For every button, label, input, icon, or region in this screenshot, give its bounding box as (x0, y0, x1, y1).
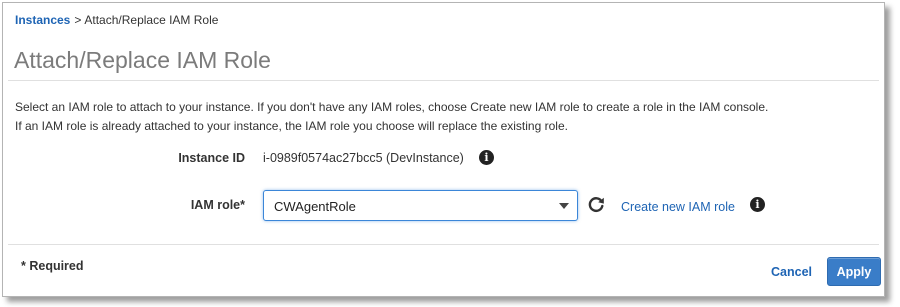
required-note: * Required (21, 259, 84, 273)
iam-role-label: IAM role* (190, 198, 245, 212)
apply-button[interactable]: Apply (827, 257, 881, 286)
footer-divider (8, 244, 879, 245)
page-title: Attach/Replace IAM Role (14, 47, 271, 73)
description-line-1: Select an IAM role to attach to your ins… (15, 100, 769, 114)
iam-role-select[interactable]: CWAgentRole (263, 190, 578, 221)
title-divider (8, 80, 879, 81)
instance-id-value: i-0989f0574ac27bcc5 (DevInstance) (263, 151, 464, 165)
description-line-2: If an IAM role is already attached to yo… (15, 119, 568, 133)
breadcrumb-separator: > (74, 13, 82, 27)
chevron-down-icon (559, 203, 569, 209)
instance-id-label: Instance ID (178, 151, 245, 165)
breadcrumb-current: Attach/Replace IAM Role (84, 13, 219, 27)
breadcrumb-link-instances[interactable]: Instances (15, 13, 70, 27)
dialog-panel: Instances > Attach/Replace IAM Role Attach… (2, 2, 885, 297)
refresh-icon[interactable] (586, 195, 606, 215)
page-description: Select an IAM role to attach to your ins… (15, 98, 768, 136)
create-new-iam-role-link[interactable]: Create new IAM role (621, 200, 735, 214)
iam-role-info-icon[interactable]: i (750, 197, 765, 212)
breadcrumb: Instances > Attach/Replace IAM Role (15, 13, 218, 27)
iam-role-selected-value: CWAgentRole (274, 199, 356, 214)
cancel-button[interactable]: Cancel (771, 265, 812, 279)
instance-id-info-icon[interactable]: i (479, 150, 494, 165)
